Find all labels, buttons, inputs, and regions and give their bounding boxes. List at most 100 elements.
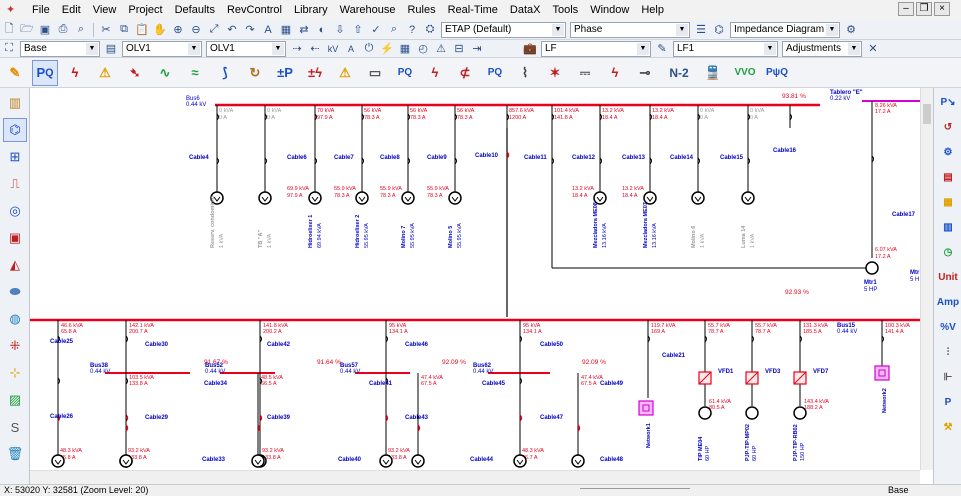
motor-symbol[interactable] <box>745 406 759 420</box>
static-load[interactable] <box>51 454 65 468</box>
search-icon[interactable]: ⌕ <box>386 22 402 38</box>
configuration-select[interactable]: ETAP (Default) ▼ <box>441 21 566 38</box>
switching-sequence-icon[interactable]: ⎓ <box>572 60 598 86</box>
instrumentation-icon[interactable]: ⊞ <box>3 145 27 169</box>
output-presentation-select[interactable]: OLV1 ▼ <box>206 40 286 57</box>
copy-icon[interactable]: ⧉ <box>116 22 132 38</box>
revision-select[interactable]: Base ▼ <box>20 40 100 57</box>
ground-grid-element-icon[interactable]: ⁜ <box>3 334 27 358</box>
unit-toggle[interactable]: Unit <box>937 266 959 288</box>
switch-icon[interactable]: ⚡ <box>379 41 395 57</box>
get-template-icon[interactable]: ⇩ <box>332 22 348 38</box>
dc-elements-icon[interactable]: ⎍ <box>3 172 27 196</box>
load-flow-icon[interactable]: PQ <box>32 59 58 86</box>
warning-icon[interactable]: ⚠ <box>332 60 358 86</box>
tools-icon[interactable]: ⚒ <box>937 416 959 438</box>
add-template-icon[interactable]: ⇧ <box>350 22 366 38</box>
menu-window[interactable]: Window <box>584 0 635 20</box>
diagram-icon[interactable]: ⌬ <box>711 22 727 38</box>
gis-icon[interactable]: ◍ <box>3 307 27 331</box>
revision-icon[interactable]: ⛶ <box>1 41 17 57</box>
static-load[interactable] <box>355 191 369 205</box>
edit-study-case-icon[interactable]: ✎ <box>654 41 670 57</box>
static-load[interactable] <box>571 454 585 468</box>
redo-icon[interactable]: ↷ <box>242 22 258 38</box>
one-line-diagram[interactable]: Bus6 0.44 kV 93.81 % 0 kVA 0 A Cable4 Reserv. … <box>30 88 920 470</box>
vertical-scrollbar[interactable] <box>920 88 933 470</box>
harmonics-icon[interactable]: ∿ <box>152 60 178 86</box>
train-icon[interactable]: 🚆 <box>700 60 726 86</box>
control-elements-icon[interactable]: ⊹ <box>3 361 27 385</box>
theme-icon[interactable]: ◐ <box>314 22 330 38</box>
minimize-icon[interactable]: – <box>898 2 914 16</box>
static-load[interactable] <box>448 191 462 205</box>
paste-icon[interactable]: 📋 <box>134 22 150 38</box>
static-load[interactable] <box>411 454 425 468</box>
online-help-icon[interactable]: ⛭ <box>422 22 438 38</box>
dc-arc-flash-icon[interactable]: ϟ <box>602 60 628 86</box>
save-icon[interactable]: ▣ <box>37 22 53 38</box>
unbalanced-load-flow-icon[interactable]: ±ϟ <box>302 60 328 86</box>
one-line-diagram-svg[interactable]: Bus60.44 kV93.81 %0 kVA0 ACable4Reserv. … <box>30 88 920 470</box>
pq-display-icon[interactable]: P <box>937 391 959 413</box>
ac-elements-icon[interactable]: ⌬ <box>3 118 27 142</box>
new-file-icon[interactable]: 🗋 <box>1 22 17 38</box>
hide-icon[interactable]: ⇢ <box>289 41 305 57</box>
report-icon[interactable]: ▦ <box>397 41 413 57</box>
zoom-in-icon[interactable]: ⊕ <box>170 22 186 38</box>
report-manager-icon[interactable]: ▦ <box>937 191 959 213</box>
compare-icon[interactable]: ⊟ <box>451 41 467 57</box>
reliability-icon[interactable]: ↻ <box>242 60 268 86</box>
zoom-out-icon[interactable]: ⊖ <box>188 22 204 38</box>
study-case-icon[interactable]: 💼 <box>522 41 538 57</box>
open-folder-icon[interactable]: 🗁 <box>19 22 35 38</box>
static-load[interactable] <box>513 454 527 468</box>
menu-warehouse[interactable]: Warehouse <box>334 0 402 20</box>
close-icon[interactable]: × <box>934 2 950 16</box>
close-icon[interactable]: ✕ <box>865 41 881 57</box>
restore-icon[interactable]: ❐ <box>916 2 932 16</box>
menu-edit[interactable]: Edit <box>56 0 87 20</box>
optimal-power-flow-icon[interactable]: ±P <box>272 60 298 86</box>
logic-icon[interactable]: S <box>3 415 27 439</box>
motor-symbol[interactable] <box>698 406 712 420</box>
amp-toggle[interactable]: Amp <box>937 291 959 313</box>
static-load[interactable] <box>401 191 415 205</box>
menu-tools[interactable]: Tools <box>547 0 585 20</box>
cable-pulling-icon[interactable]: ⊄ <box>452 60 478 86</box>
relay-elements-icon[interactable]: ▣ <box>3 226 27 250</box>
tap-icon[interactable]: ⫶ <box>937 341 959 363</box>
static-load[interactable] <box>251 454 265 468</box>
undo-icon[interactable]: ↶ <box>224 22 240 38</box>
zoom-fit-icon[interactable]: ⤢ <box>206 22 222 38</box>
plot-icon[interactable]: ◷ <box>937 241 959 263</box>
volt-var-icon[interactable]: VVO <box>730 60 760 86</box>
kw-icon[interactable]: ⏻ <box>361 41 377 57</box>
network1-block[interactable] <box>638 400 654 416</box>
pan-icon[interactable]: ✋ <box>152 22 168 38</box>
export-icon[interactable]: ⇥ <box>469 41 485 57</box>
display-options-icon[interactable]: ▥ <box>937 216 959 238</box>
update-icon[interactable]: ↺ <box>937 116 959 138</box>
phase-select[interactable]: Phase ▼ <box>570 21 690 38</box>
recycle-bin-icon[interactable]: 🗑 <box>3 442 27 466</box>
scrollbar-thumb[interactable] <box>923 104 931 124</box>
dc-load-flow-icon[interactable]: PQ <box>392 60 418 86</box>
menu-rules[interactable]: Rules <box>401 0 441 20</box>
chart-icon[interactable]: ◴ <box>415 41 431 57</box>
contingency-icon[interactable]: ✶ <box>542 60 568 86</box>
cut-icon[interactable]: ✂ <box>98 22 114 38</box>
kv-icon[interactable]: kV <box>325 41 341 57</box>
ground-grid-icon[interactable]: PQ <box>482 60 508 86</box>
properties-icon[interactable]: ⚙ <box>843 22 859 38</box>
raceway-icon[interactable]: ⬬ <box>3 280 27 304</box>
run-icon[interactable]: ⚙ <box>937 141 959 163</box>
menu-revcontrol[interactable]: RevControl <box>221 0 288 20</box>
adjustments-select[interactable]: Adjustments ▼ <box>782 40 862 57</box>
lock-icon[interactable]: ⊩ <box>937 366 959 388</box>
check-icon[interactable]: ✓ <box>368 22 384 38</box>
static-load[interactable] <box>741 191 755 205</box>
motor-acceleration-icon[interactable]: ➴ <box>122 60 148 86</box>
n-2-icon[interactable]: N-2 <box>662 60 696 86</box>
menu-datax[interactable]: DataX <box>504 0 547 20</box>
